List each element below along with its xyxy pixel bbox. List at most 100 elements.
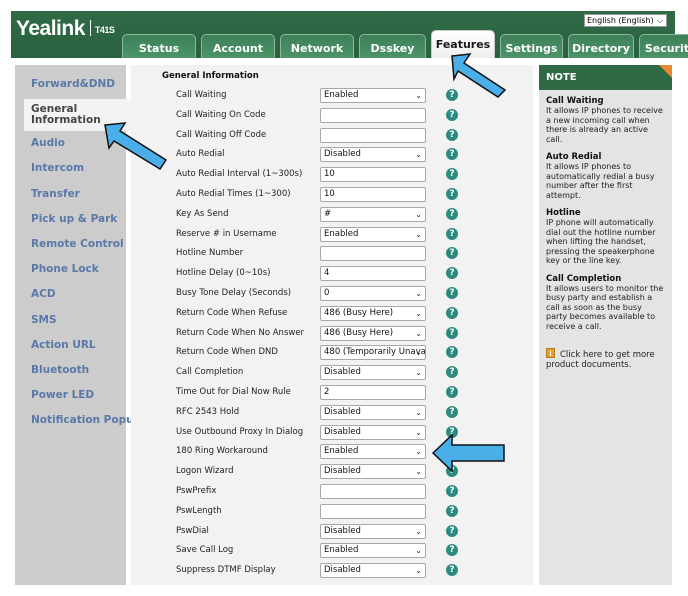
help-icon[interactable]: ? xyxy=(446,524,458,537)
help-icon[interactable]: ? xyxy=(446,484,458,497)
setting-select[interactable]: Enabled ⌄ xyxy=(320,543,426,559)
setting-select[interactable]: Enabled ⌄ xyxy=(320,88,426,103)
sidebar-item-bluetooth[interactable]: Bluetooth xyxy=(15,358,126,383)
setting-select[interactable]: Disabled ⌄ xyxy=(320,523,426,539)
tab-dsskey[interactable]: Dsskey xyxy=(359,34,426,58)
sidebar-item-acd[interactable]: ACD xyxy=(15,282,126,307)
help-icon[interactable]: ? xyxy=(446,544,458,557)
tab-network[interactable]: Network xyxy=(280,34,354,58)
setting-select[interactable]: Enabled ⌄ xyxy=(320,226,426,242)
sidebar-item-phone-lock[interactable]: Phone Lock xyxy=(15,257,126,282)
help-icon[interactable]: ? xyxy=(446,346,458,359)
logo-separator xyxy=(89,20,91,36)
setting-select[interactable]: Disabled ⌄ xyxy=(320,365,426,381)
setting-select[interactable]: 0 ⌄ xyxy=(320,285,426,301)
sidebar-item-transfer[interactable]: Transfer xyxy=(15,182,126,207)
note-item-title: Call Waiting xyxy=(546,96,604,106)
setting-input[interactable] xyxy=(320,127,426,143)
help-icon[interactable]: ? xyxy=(446,366,458,379)
note-item-title: Auto Redial xyxy=(546,152,602,163)
annotation-arrow-general-info xyxy=(104,122,168,171)
setting-label: Auto Redial Times (1~300) xyxy=(176,188,291,199)
sidebar-item-remote-control[interactable]: Remote Control xyxy=(15,232,126,257)
setting-input[interactable]: 4 xyxy=(320,266,426,282)
field-value: 10 xyxy=(324,188,335,199)
setting-select[interactable]: Disabled ⌄ xyxy=(320,404,426,420)
sidebar-item-pickup-park[interactable]: Pick up & Park xyxy=(15,207,126,232)
setting-select[interactable]: # ⌄ xyxy=(320,206,426,222)
tab-security[interactable]: Security xyxy=(639,34,688,58)
language-select[interactable]: English (English) ⌵ xyxy=(584,14,667,27)
setting-row: Save Call Log Enabled ⌄? xyxy=(131,541,533,561)
help-icon[interactable]: ? xyxy=(446,564,458,577)
setting-label: Call Completion xyxy=(176,367,244,378)
note-item-text: IP phone will automatically dial out the… xyxy=(546,218,656,266)
field-value: Disabled xyxy=(324,525,361,536)
chevron-down-icon: ⌄ xyxy=(415,229,422,239)
chevron-down-icon: ⌄ xyxy=(415,91,422,100)
tab-label: Account xyxy=(212,42,264,55)
help-icon[interactable]: ? xyxy=(446,227,458,240)
help-icon[interactable]: ? xyxy=(446,187,458,200)
tab-directory[interactable]: Directory xyxy=(568,34,634,58)
help-icon[interactable]: ? xyxy=(446,385,458,398)
setting-row: Return Code When Refuse 486 (Busy Here) ⌄? xyxy=(131,304,533,324)
field-value: Enabled xyxy=(324,545,359,556)
help-icon[interactable]: ? xyxy=(446,108,458,121)
setting-select[interactable]: 480 (Temporarily Unavailable)⌄ xyxy=(320,345,426,361)
setting-select[interactable]: Disabled ⌄ xyxy=(320,464,426,480)
setting-input[interactable]: 2 xyxy=(320,384,426,400)
setting-input[interactable] xyxy=(320,107,426,123)
help-icon[interactable]: ? xyxy=(446,148,458,161)
setting-label: Call Waiting xyxy=(176,90,227,100)
note-item-text: It allows users to monitor the busy part… xyxy=(546,283,664,331)
chevron-down-icon: ⌄ xyxy=(415,566,422,576)
help-icon[interactable]: ? xyxy=(446,405,458,418)
setting-select[interactable]: Enabled ⌄ xyxy=(320,444,426,460)
sidebar-item-action-url[interactable]: Action URL xyxy=(15,333,126,358)
sidebar-item-notification-popups[interactable]: Notification Popups xyxy=(15,408,147,433)
sidebar-item-power-led[interactable]: Power LED xyxy=(15,383,126,408)
field-value: Disabled xyxy=(324,149,361,160)
setting-label: Return Code When No Answer xyxy=(176,327,305,338)
help-icon[interactable]: ? xyxy=(446,267,458,280)
help-icon[interactable]: ? xyxy=(446,168,458,181)
help-icon[interactable]: ? xyxy=(446,306,458,319)
settings-rows: Call Waiting Enabled ⌄? Call Waiting On Cod… xyxy=(131,86,533,581)
setting-input[interactable]: 10 xyxy=(320,167,426,183)
sidebar-item-sms[interactable]: SMS xyxy=(15,308,126,333)
help-icon[interactable]: ? xyxy=(446,286,458,299)
setting-row: Return Code When DND 480 (Temporarily Una… xyxy=(131,343,533,363)
setting-select[interactable]: Disabled ⌄ xyxy=(320,147,426,163)
setting-row: Call Completion Disabled ⌄? xyxy=(131,363,533,383)
sidebar-item-forward-dnd[interactable]: Forward&DND xyxy=(15,72,126,97)
help-icon[interactable]: ? xyxy=(446,326,458,339)
setting-label: Auto Redial Interval (1~300s) xyxy=(176,169,303,180)
setting-row: Time Out for Dial Now Rule 2? xyxy=(131,383,533,403)
help-icon[interactable]: ? xyxy=(446,504,458,517)
help-icon[interactable]: ? xyxy=(446,207,458,220)
chevron-down-icon: ⌄ xyxy=(415,526,422,536)
setting-select[interactable]: 486 (Busy Here) ⌄ xyxy=(320,305,426,321)
setting-label: Call Waiting Off Code xyxy=(176,129,267,140)
tab-account[interactable]: Account xyxy=(201,34,275,58)
chevron-down-icon: ⌄ xyxy=(415,407,422,417)
field-value: Enabled xyxy=(324,446,359,457)
help-icon[interactable]: ? xyxy=(446,128,458,141)
setting-select[interactable]: Disabled ⌄ xyxy=(320,424,426,440)
setting-label: PswPrefix xyxy=(176,485,217,496)
setting-row: Auto Redial Disabled ⌄? xyxy=(131,145,533,165)
setting-select[interactable]: Disabled ⌄ xyxy=(320,563,426,579)
setting-input[interactable] xyxy=(320,483,426,499)
setting-input[interactable]: 10 xyxy=(320,186,426,202)
setting-input[interactable] xyxy=(320,246,426,262)
setting-label: Save Call Log xyxy=(176,545,234,556)
field-value: Disabled xyxy=(324,406,361,417)
note-item: Call Completion It allows users to monit… xyxy=(546,274,665,331)
setting-select[interactable]: 486 (Busy Here) ⌄ xyxy=(320,325,426,341)
field-value: Enabled xyxy=(324,90,359,100)
help-icon[interactable]: ? xyxy=(446,247,458,260)
setting-input[interactable] xyxy=(320,503,426,519)
product-documents-link[interactable]: Click here to get more product documents… xyxy=(546,347,665,371)
tab-status[interactable]: Status xyxy=(122,34,196,58)
